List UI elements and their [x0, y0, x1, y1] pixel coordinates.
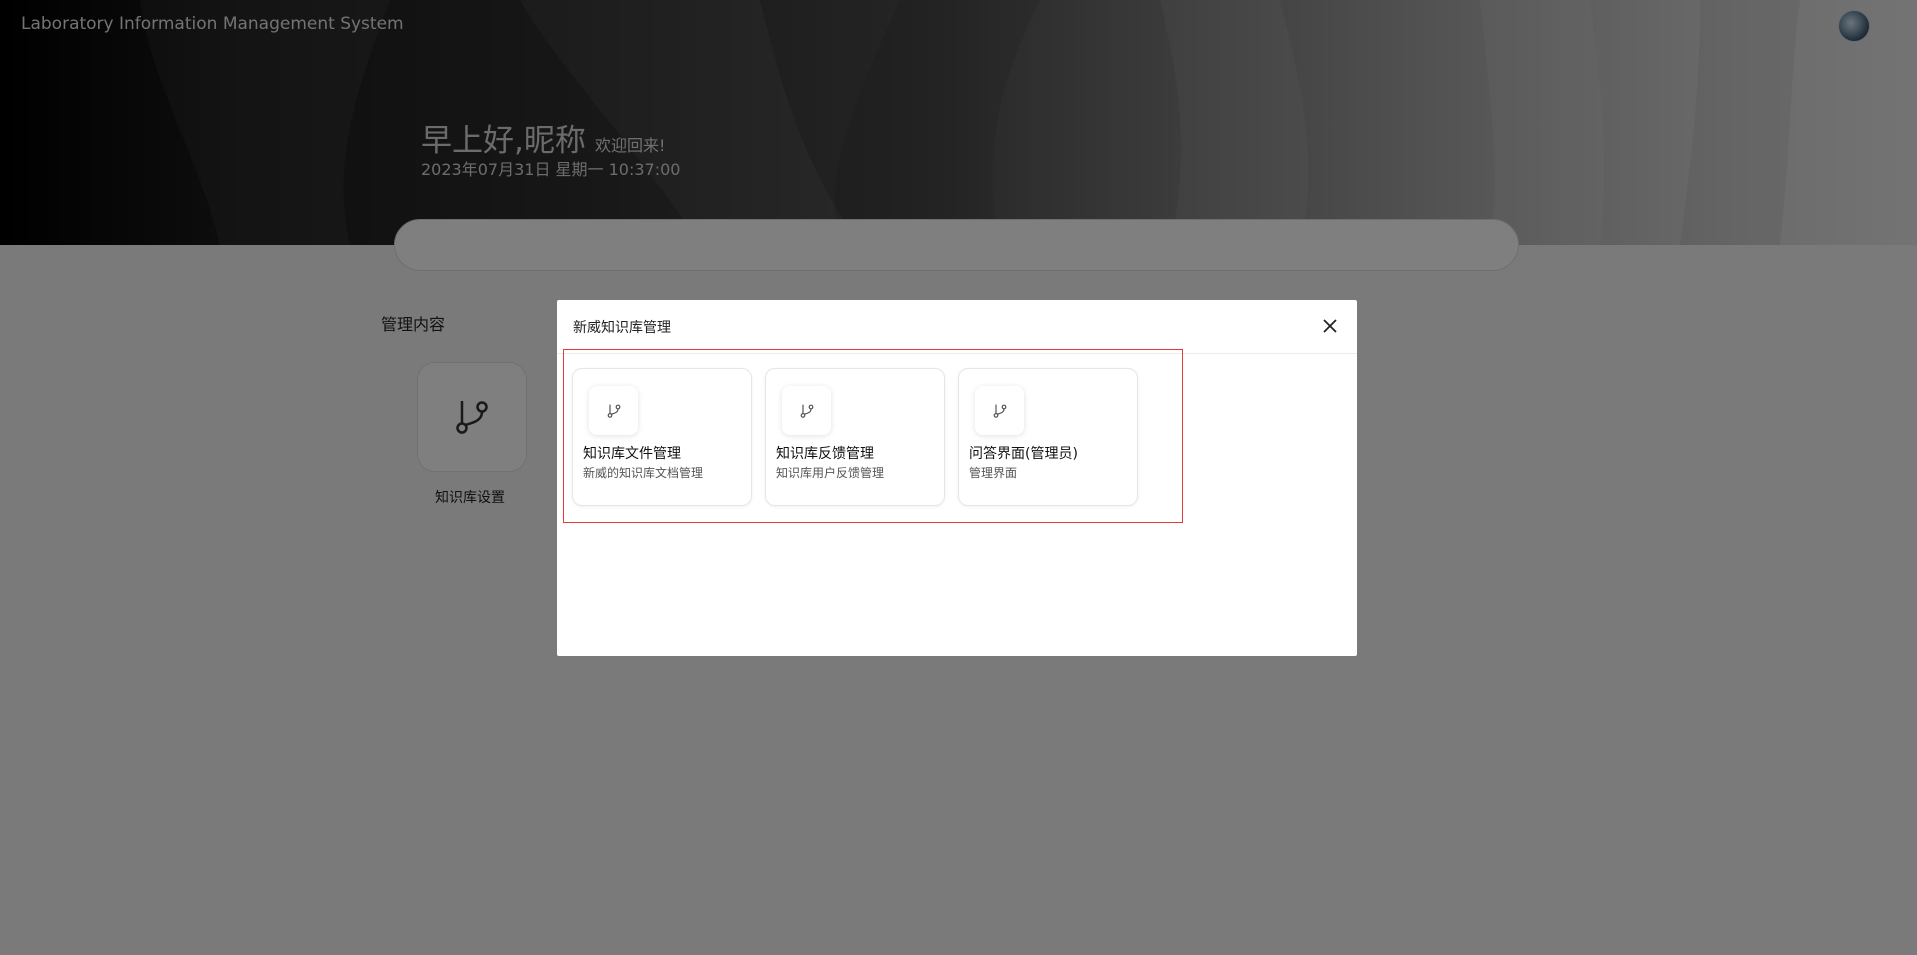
knowledge-base-modal: 新威知识库管理 知识库文件管理 新威的知识库文档管理 知识库反馈管理 知识库用户… [557, 300, 1357, 656]
card-description: 知识库用户反馈管理 [776, 466, 885, 480]
git-branch-icon [607, 404, 620, 418]
close-icon [1323, 319, 1337, 333]
card-kb-feedback-management[interactable]: 知识库反馈管理 知识库用户反馈管理 [765, 368, 945, 506]
card-title: 知识库文件管理 [583, 446, 681, 462]
modal-card-list: 知识库文件管理 新威的知识库文档管理 知识库反馈管理 知识库用户反馈管理 问答界… [572, 368, 1138, 506]
modal-header: 新威知识库管理 [557, 300, 1357, 354]
card-title: 知识库反馈管理 [776, 446, 874, 462]
card-icon-box [589, 386, 638, 435]
card-icon-box [782, 386, 831, 435]
card-qa-admin[interactable]: 问答界面(管理员) 管理界面 [958, 368, 1138, 506]
git-branch-icon [800, 404, 813, 418]
card-description: 新威的知识库文档管理 [583, 466, 704, 480]
card-icon-box [975, 386, 1024, 435]
card-kb-file-management[interactable]: 知识库文件管理 新威的知识库文档管理 [572, 368, 752, 506]
card-description: 管理界面 [969, 466, 1018, 480]
close-button[interactable] [1319, 315, 1341, 337]
git-branch-icon [993, 404, 1006, 418]
card-title: 问答界面(管理员) [969, 446, 1078, 462]
modal-title: 新威知识库管理 [573, 320, 671, 336]
